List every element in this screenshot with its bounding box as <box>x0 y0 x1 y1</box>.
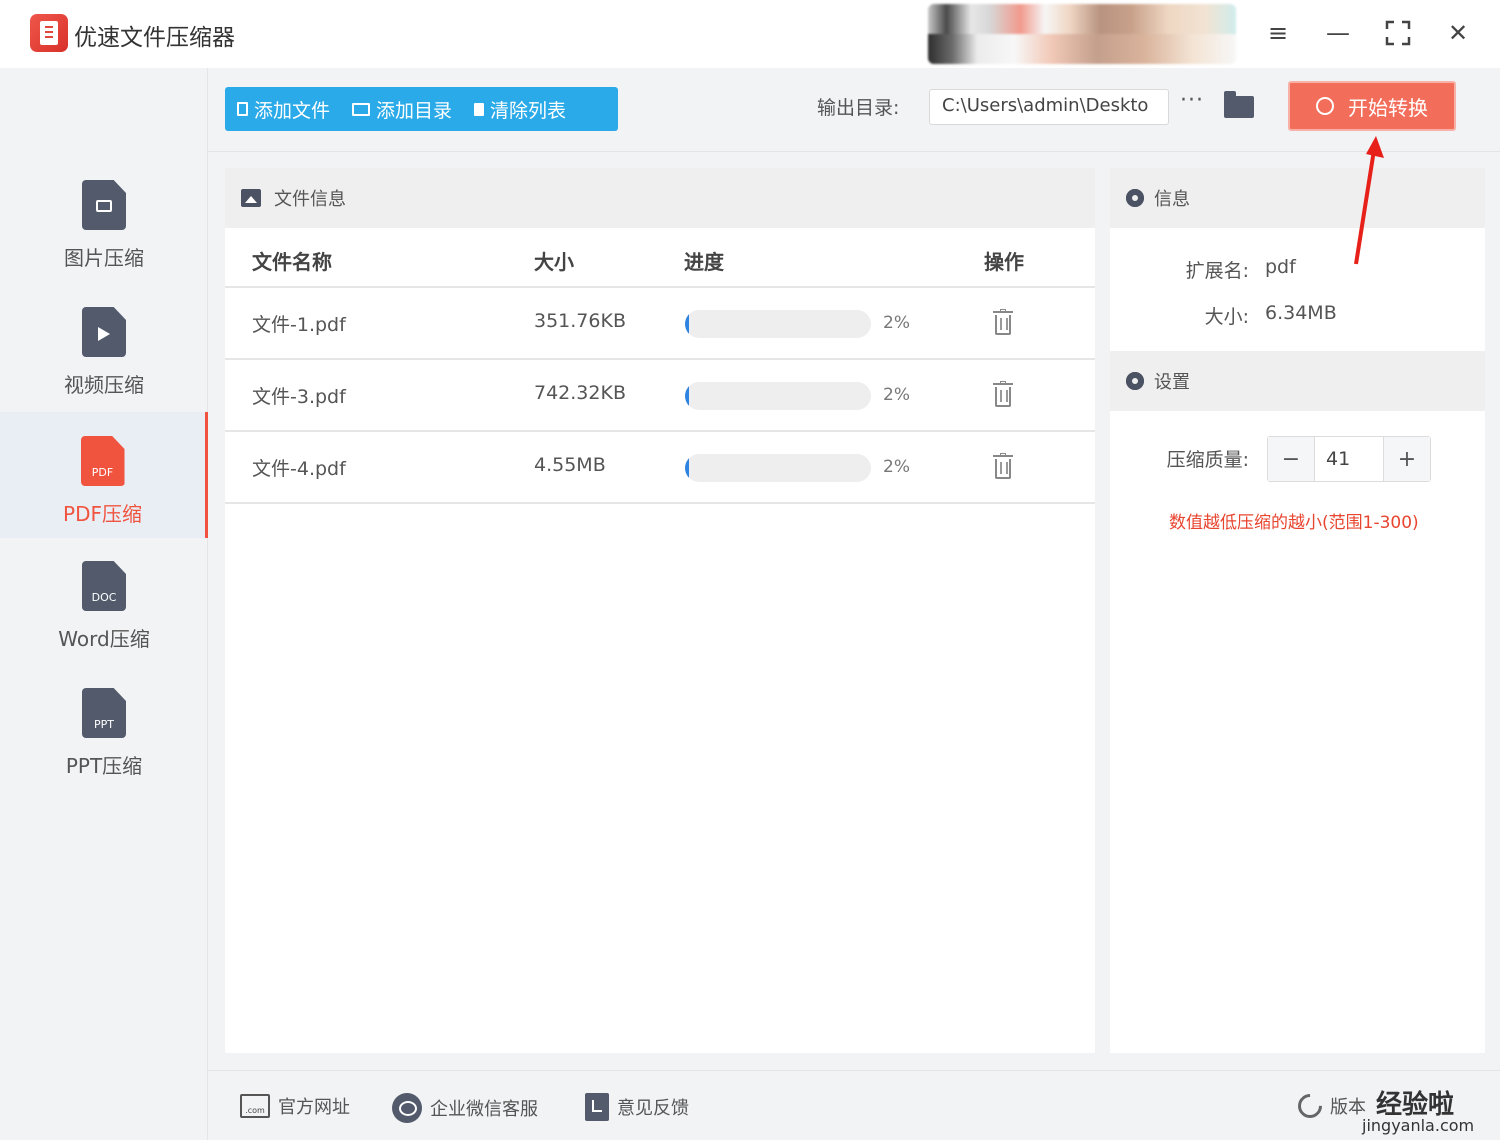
ext-label: 扩展名: <box>1185 260 1249 282</box>
open-folder-icon[interactable] <box>1224 91 1254 118</box>
image-file-icon <box>82 180 126 230</box>
fullscreen-icon[interactable] <box>1381 16 1415 50</box>
sidebar-item-word[interactable]: DOC Word压缩 <box>0 549 208 675</box>
gear-icon <box>1126 372 1144 390</box>
toolbar: 添加文件 添加目录 清除列表 输出目录: C:\Users\admin\Desk… <box>208 68 1500 152</box>
blurred-user-info <box>928 4 1236 64</box>
progress-fill <box>685 382 689 410</box>
output-dir-field[interactable]: C:\Users\admin\Deskto <box>929 89 1169 125</box>
start-convert-button[interactable]: 开始转换 <box>1288 81 1456 131</box>
watermark-url: jingyanla.com <box>1362 1116 1475 1135</box>
chat-icon <box>392 1093 422 1123</box>
sidebar-item-label: Word压缩 <box>58 627 150 651</box>
file-action-group: 添加文件 添加目录 清除列表 <box>225 87 618 131</box>
ppt-file-icon: PPT <box>82 688 126 738</box>
progress-text: 2% <box>883 385 910 405</box>
refresh-icon <box>1293 1089 1327 1123</box>
trash-icon <box>474 102 485 116</box>
website-icon: .com <box>240 1094 270 1118</box>
info-settings-panel: 信息 扩展名: pdf 大小: 6.34MB 设置 压缩质量: − 41 + 数… <box>1110 168 1485 1053</box>
quality-hint: 数值越低压缩的越小(范围1-300) <box>1169 513 1419 533</box>
progress-bar <box>685 382 871 410</box>
add-file-button[interactable]: 添加文件 <box>225 87 340 131</box>
ext-value: pdf <box>1265 256 1296 278</box>
gear-icon <box>1126 189 1144 207</box>
decrement-button[interactable]: − <box>1268 437 1314 481</box>
feedback-icon <box>585 1093 609 1121</box>
file-panel-header: 文件信息 <box>225 168 1095 228</box>
increment-button[interactable]: + <box>1384 437 1430 481</box>
app-title: 优速文件压缩器 <box>74 25 235 51</box>
image-icon <box>241 189 261 207</box>
menu-icon[interactable]: ≡ <box>1261 16 1295 50</box>
size-label: 大小: <box>1204 306 1249 328</box>
video-file-icon <box>82 307 126 357</box>
file-name: 文件-3.pdf <box>252 386 346 408</box>
sidebar-item-ppt[interactable]: PPT PPT压缩 <box>0 676 208 802</box>
doc-file-icon: DOC <box>82 561 126 611</box>
size-value: 6.34MB <box>1265 302 1337 324</box>
progress-bar <box>685 310 871 338</box>
feedback-link[interactable]: 意见反馈 <box>585 1093 689 1121</box>
column-progress: 进度 <box>684 250 724 274</box>
folder-icon <box>352 102 371 116</box>
quality-label: 压缩质量: <box>1166 449 1249 471</box>
file-name: 文件-1.pdf <box>252 314 346 336</box>
progress-fill <box>685 310 689 338</box>
clear-list-button[interactable]: 清除列表 <box>462 87 576 131</box>
sidebar-item-label: 图片压缩 <box>64 246 144 270</box>
table-row: 文件-3.pdf 742.32KB 2% <box>225 360 1095 432</box>
file-list-panel: 文件信息 文件名称 大小 进度 操作 文件-1.pdf 351.76KB 2% 文件-… <box>225 168 1095 1053</box>
app-logo-icon <box>30 14 68 52</box>
close-icon[interactable]: ✕ <box>1441 16 1475 50</box>
sidebar-item-label: 视频压缩 <box>64 373 144 397</box>
delete-icon[interactable] <box>993 453 1013 479</box>
file-size: 4.55MB <box>534 454 606 476</box>
table-row: 文件-4.pdf 4.55MB 2% <box>225 432 1095 504</box>
column-size: 大小 <box>534 250 574 274</box>
progress-text: 2% <box>883 457 910 477</box>
official-website-link[interactable]: .com 官方网址 <box>240 1093 350 1119</box>
quality-stepper: − 41 + <box>1267 436 1431 482</box>
file-name: 文件-4.pdf <box>252 458 346 480</box>
info-header: 信息 <box>1110 168 1485 228</box>
output-dir-label: 输出目录: <box>817 97 900 119</box>
wechat-service-link[interactable]: 企业微信客服 <box>392 1093 538 1123</box>
table-row: 文件-1.pdf 351.76KB 2% <box>225 288 1095 360</box>
sidebar: 图片压缩 视频压缩 PDF PDF压缩 DOC Word压缩 PPT PPT压缩 <box>0 68 208 1140</box>
column-name: 文件名称 <box>252 250 332 274</box>
add-directory-button[interactable]: 添加目录 <box>340 87 462 131</box>
file-size: 742.32KB <box>534 382 626 404</box>
minimize-icon[interactable]: — <box>1321 16 1355 50</box>
sidebar-item-pdf[interactable]: PDF PDF压缩 <box>0 412 208 538</box>
sidebar-item-image[interactable]: 图片压缩 <box>0 168 208 294</box>
annotation-arrow-icon <box>1354 136 1384 265</box>
file-icon <box>237 102 248 116</box>
title-bar: 优速文件压缩器 ≡ — ✕ <box>0 0 1500 68</box>
more-options-button[interactable]: ··· <box>1180 88 1204 113</box>
version-link[interactable]: 版本 <box>1293 1089 1366 1123</box>
sidebar-item-video[interactable]: 视频压缩 <box>0 295 208 421</box>
column-action: 操作 <box>984 250 1024 274</box>
delete-icon[interactable] <box>993 381 1013 407</box>
delete-icon[interactable] <box>993 309 1013 335</box>
table-header: 文件名称 大小 进度 操作 <box>225 228 1095 288</box>
progress-text: 2% <box>883 313 910 333</box>
sidebar-item-label: PPT压缩 <box>65 754 143 778</box>
progress-bar <box>685 454 871 482</box>
settings-header: 设置 <box>1110 351 1485 411</box>
pdf-file-icon: PDF <box>80 436 125 486</box>
sidebar-item-label: PDF压缩 <box>63 502 142 526</box>
footer: .com 官方网址 企业微信客服 意见反馈 版本 <box>208 1070 1500 1140</box>
quality-input[interactable]: 41 <box>1314 437 1384 481</box>
progress-fill <box>685 454 689 482</box>
file-size: 351.76KB <box>534 310 626 332</box>
spinner-icon <box>1316 97 1334 115</box>
